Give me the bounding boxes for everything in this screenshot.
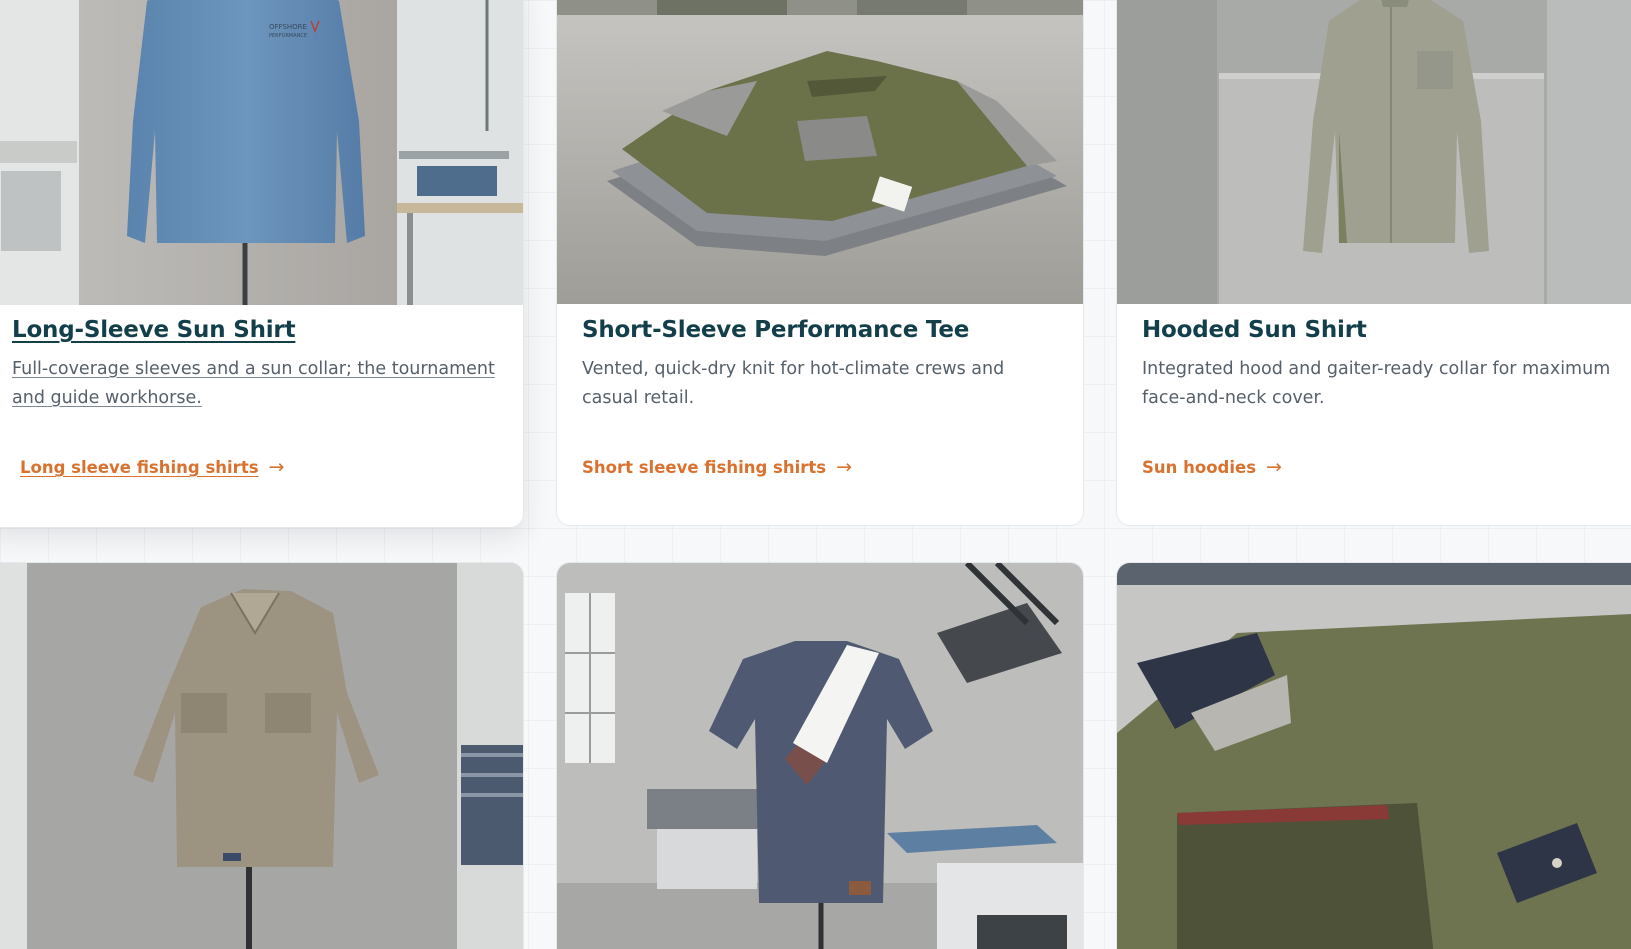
product-photo-two-tone-shirt[interactable] [1117, 563, 1631, 949]
product-photo-long-sleeve-shirt[interactable]: OFFSHORE PERFORMANCE [0, 0, 523, 305]
product-card-two-tone[interactable] [1116, 562, 1631, 949]
arrow-right-icon: → [268, 456, 285, 478]
product-card-short-sleeve[interactable]: Short-Sleeve Performance Tee Vented, qui… [556, 0, 1084, 526]
link-label: Sun hoodies [1142, 458, 1257, 477]
product-card-long-sleeve[interactable]: OFFSHORE PERFORMANCE Long-Sleeve Sun Shi… [0, 0, 524, 528]
product-photo-short-sleeve-shirt[interactable] [557, 0, 1083, 304]
product-photo-hooded-shirt[interactable] [1117, 0, 1631, 304]
product-description-short-sleeve: Vented, quick-dry knit for hot-climate c… [582, 359, 1005, 408]
shirt-print-brand: OFFSHORE [269, 23, 307, 31]
product-photo-sublimation-tee[interactable] [557, 563, 1083, 949]
product-description-hooded: Integrated hood and gaiter-ready collar … [1142, 359, 1611, 408]
product-card-sublimation-tee[interactable] [556, 562, 1084, 949]
product-photo-button-down-shirt[interactable] [0, 563, 523, 949]
arrow-right-icon: → [836, 456, 853, 478]
product-title-long-sleeve[interactable]: Long-Sleeve Sun Shirt [12, 315, 499, 345]
product-card-button-down[interactable] [0, 562, 524, 949]
link-long-sleeve-fishing-shirts[interactable]: Long sleeve fishing shirts → [20, 456, 285, 478]
arrow-right-icon: → [1266, 456, 1282, 478]
link-label: Long sleeve fishing shirts [20, 458, 259, 477]
link-label: Short sleeve fishing shirts [582, 458, 827, 477]
product-title-short-sleeve[interactable]: Short-Sleeve Performance Tee [582, 315, 1059, 345]
link-short-sleeve-fishing-shirts[interactable]: Short sleeve fishing shirts → [582, 456, 853, 478]
shirt-print-sub: PERFORMANCE [269, 33, 307, 39]
product-card-hooded[interactable]: Hooded Sun Shirt Integrated hood and gai… [1116, 0, 1631, 526]
product-title-hooded[interactable]: Hooded Sun Shirt [1142, 315, 1626, 345]
product-description-long-sleeve: Full-coverage sleeves and a sun collar; … [12, 359, 495, 408]
link-sun-hoodies[interactable]: Sun hoodies → [1142, 456, 1282, 478]
